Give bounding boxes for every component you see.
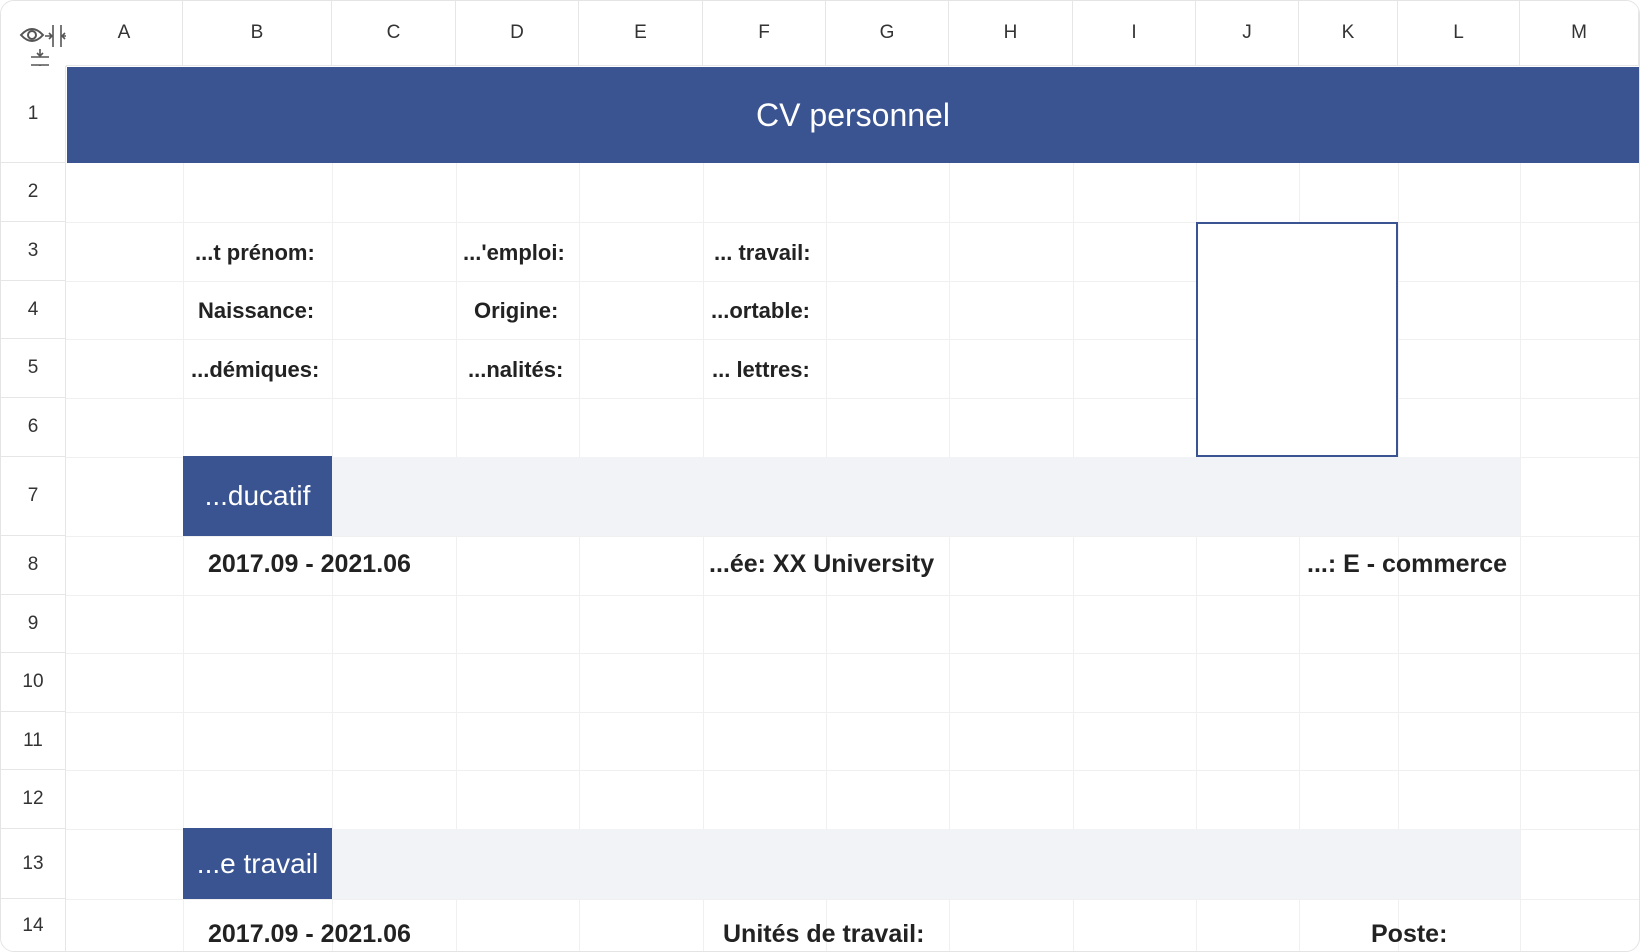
cell-d4[interactable]: Origine: (474, 298, 558, 324)
grid-line (66, 712, 1639, 713)
column-header-l[interactable]: L (1398, 1, 1520, 66)
photo-placeholder[interactable] (1196, 222, 1398, 457)
cell-f5[interactable]: ... lettres: (712, 357, 810, 383)
cv-title: CV personnel (756, 96, 950, 133)
row-header-2[interactable]: 2 (1, 163, 66, 222)
work-section-tag[interactable]: ...e travail (183, 828, 332, 899)
row-header-11[interactable]: 11 (1, 712, 66, 770)
work-period[interactable]: 2017.09 - 2021.06 (208, 920, 411, 949)
row-header-14[interactable]: 14 (1, 899, 66, 951)
grid-line (66, 653, 1639, 654)
education-section-band (183, 457, 1520, 536)
row-header-3[interactable]: 3 (1, 222, 66, 281)
grid-line (66, 222, 1639, 223)
education-school[interactable]: ...ée: XX University (709, 550, 934, 579)
grid-line (66, 770, 1639, 771)
row-header-4[interactable]: 4 (1, 281, 66, 339)
row-header-12[interactable]: 12 (1, 770, 66, 829)
education-section-tag[interactable]: ...ducatif (183, 456, 332, 536)
education-major[interactable]: ...: E - commerce (1307, 550, 1507, 579)
education-section-title: ...ducatif (204, 480, 311, 511)
cell-f3[interactable]: ... travail: (714, 240, 811, 266)
row-header-9[interactable]: 9 (1, 595, 66, 653)
work-section-title: ...e travail (196, 847, 319, 879)
row-header-5[interactable]: 5 (1, 339, 66, 398)
row-header-1[interactable]: 1 (1, 66, 66, 163)
work-position-label[interactable]: Poste: (1371, 920, 1447, 949)
education-period[interactable]: 2017.09 - 2021.06 (208, 550, 411, 579)
column-header-f[interactable]: F (703, 1, 826, 66)
grid-line (66, 281, 1639, 282)
column-header-i[interactable]: I (1073, 1, 1196, 66)
cell-d3[interactable]: ...'emploi: (463, 240, 565, 266)
cell-f4[interactable]: ...ortable: (711, 298, 810, 324)
row-header-6[interactable]: 6 (1, 398, 66, 457)
column-header-d[interactable]: D (456, 1, 579, 66)
column-header-b[interactable]: B (183, 1, 332, 66)
title-cell[interactable]: CV personnel (67, 67, 1639, 163)
cell-b3[interactable]: ...t prénom: (195, 240, 315, 266)
column-header-g[interactable]: G (826, 1, 949, 66)
spreadsheet-frame: A B C D E F G H I J K L M 1 2 3 4 5 6 7 … (0, 0, 1640, 952)
column-header-k[interactable]: K (1299, 1, 1398, 66)
header-corner (1, 1, 71, 75)
cell-b4[interactable]: Naissance: (198, 298, 314, 324)
grid-line (66, 339, 1639, 340)
row-header-8[interactable]: 8 (1, 536, 66, 595)
grid-line (66, 899, 1639, 900)
column-header-j[interactable]: J (1196, 1, 1299, 66)
column-header-h[interactable]: H (949, 1, 1073, 66)
column-header-a[interactable]: A (66, 1, 183, 66)
column-header-e[interactable]: E (579, 1, 703, 66)
work-company-label[interactable]: Unités de travail: (723, 920, 924, 949)
work-section-band (183, 829, 1520, 899)
grid-line (66, 398, 1639, 399)
row-header-13[interactable]: 13 (1, 829, 66, 899)
row-header-7[interactable]: 7 (1, 457, 66, 536)
row-header-10[interactable]: 10 (1, 653, 66, 712)
column-header-c[interactable]: C (332, 1, 456, 66)
eye-icon[interactable] (19, 28, 45, 42)
grid-line (66, 536, 1639, 537)
column-header-m[interactable]: M (1520, 1, 1639, 66)
cell-d5[interactable]: ...nalités: (468, 357, 563, 383)
cell-b5[interactable]: ...démiques: (191, 357, 319, 383)
grid-line (66, 595, 1639, 596)
